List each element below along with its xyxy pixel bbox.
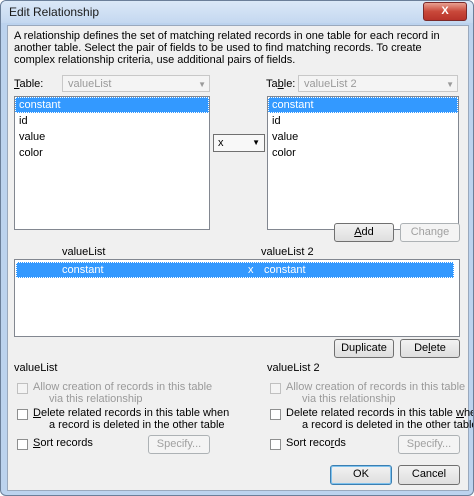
- field-pairs-list[interactable]: constant x constant: [14, 259, 460, 337]
- window-title: Edit Relationship: [9, 5, 100, 19]
- chevron-down-icon: ▼: [252, 138, 260, 147]
- change-button[interactable]: Change: [400, 223, 460, 242]
- ok-button[interactable]: OK: [330, 465, 392, 485]
- operator-select[interactable]: x ▼: [213, 134, 265, 152]
- right-allow-creation-label: Allow creation of records in this table: [286, 381, 466, 393]
- left-delete-text: elete related records in this table when: [40, 407, 230, 419]
- right-sort-checkbox[interactable]: [270, 439, 281, 450]
- pair-row[interactable]: constant x constant: [16, 262, 454, 278]
- delete-button-pre: De: [414, 342, 429, 354]
- left-delete-related-checkbox[interactable]: [17, 409, 28, 420]
- pair-right-field: constant: [264, 264, 306, 276]
- right-table-select[interactable]: valueList 2 ▼: [298, 75, 458, 92]
- left-specify-button[interactable]: Specify...: [148, 435, 210, 454]
- right-via-label: via this relationship: [302, 393, 396, 405]
- left-table-value: valueList: [68, 78, 112, 90]
- right-sort-post: ds: [334, 437, 346, 449]
- right-field-item[interactable]: id: [268, 113, 458, 129]
- left-field-item[interactable]: color: [15, 145, 209, 161]
- right-field-item[interactable]: constant: [268, 97, 458, 113]
- delete-button[interactable]: Delete: [400, 339, 460, 358]
- right-specify-button[interactable]: Specify...: [398, 435, 460, 454]
- left-options-title: valueList: [14, 362, 58, 374]
- left-table-label: Table:: [14, 78, 43, 90]
- left-field-list[interactable]: constant id value color: [14, 96, 210, 230]
- add-button[interactable]: Add: [334, 223, 394, 242]
- add-button-rest: dd: [361, 226, 374, 238]
- title-bar: Edit Relationship X: [1, 1, 473, 23]
- right-table-label: Table:: [266, 78, 295, 90]
- left-allow-creation-checkbox[interactable]: [17, 383, 28, 394]
- left-delete-related-label: Delete related records in this table whe…: [33, 407, 229, 419]
- left-delete-mnemonic: D: [33, 407, 41, 419]
- right-delete-related-label: Delete related records in this table whe…: [286, 407, 473, 419]
- duplicate-button[interactable]: Duplicate: [334, 339, 394, 358]
- right-delete-related-checkbox[interactable]: [270, 409, 281, 420]
- right-field-item[interactable]: value: [268, 129, 458, 145]
- right-options-title: valueList 2: [267, 362, 320, 374]
- chevron-down-icon: ▼: [198, 80, 206, 89]
- right-delete-pre: Delete related records in this table: [286, 407, 456, 419]
- right-table-label-rest: le:: [283, 78, 296, 90]
- left-delete-related-label-2: a record is deleted in the other table: [49, 419, 225, 431]
- left-sort-text: ort records: [40, 437, 93, 449]
- right-delete-related-label-2: a record is deleted in the other table: [302, 419, 474, 431]
- dialog-body: A relationship defines the set of matchi…: [7, 25, 473, 491]
- right-sort-pre: Sort reco: [286, 437, 331, 449]
- edit-relationship-dialog: Edit Relationship X A relationship defin…: [0, 0, 474, 496]
- right-field-list[interactable]: constant id value color: [267, 96, 459, 230]
- left-field-item[interactable]: value: [15, 129, 209, 145]
- operator-value: x: [218, 137, 224, 149]
- pairs-left-header: valueList: [62, 246, 106, 258]
- pairs-right-header: valueList 2: [261, 246, 314, 258]
- close-button[interactable]: X: [423, 2, 467, 21]
- left-sort-label: Sort records: [33, 437, 93, 449]
- add-button-mnemonic: A: [354, 226, 362, 238]
- description-text: A relationship defines the set of matchi…: [14, 30, 440, 66]
- pair-operator: x: [248, 264, 254, 276]
- delete-button-post: ete: [430, 342, 446, 354]
- left-field-item[interactable]: id: [15, 113, 209, 129]
- right-field-item[interactable]: color: [268, 145, 458, 161]
- right-table-label-pre: Ta: [266, 78, 278, 90]
- right-table-value: valueList 2: [304, 78, 357, 90]
- left-sort-checkbox[interactable]: [17, 439, 28, 450]
- right-sort-label: Sort records: [286, 437, 346, 449]
- left-field-item[interactable]: constant: [15, 97, 209, 113]
- right-allow-creation-checkbox[interactable]: [270, 383, 281, 394]
- right-delete-mnemonic: w: [455, 407, 464, 419]
- left-via-label: via this relationship: [49, 393, 143, 405]
- pair-left-field: constant: [62, 264, 104, 276]
- left-table-label-rest: able:: [19, 78, 44, 90]
- left-allow-creation-label: Allow creation of records in this table: [33, 381, 213, 393]
- left-table-select[interactable]: valueList ▼: [62, 75, 210, 92]
- chevron-down-icon: ▼: [446, 80, 454, 89]
- cancel-button[interactable]: Cancel: [398, 465, 460, 485]
- right-delete-post: hen: [463, 407, 473, 419]
